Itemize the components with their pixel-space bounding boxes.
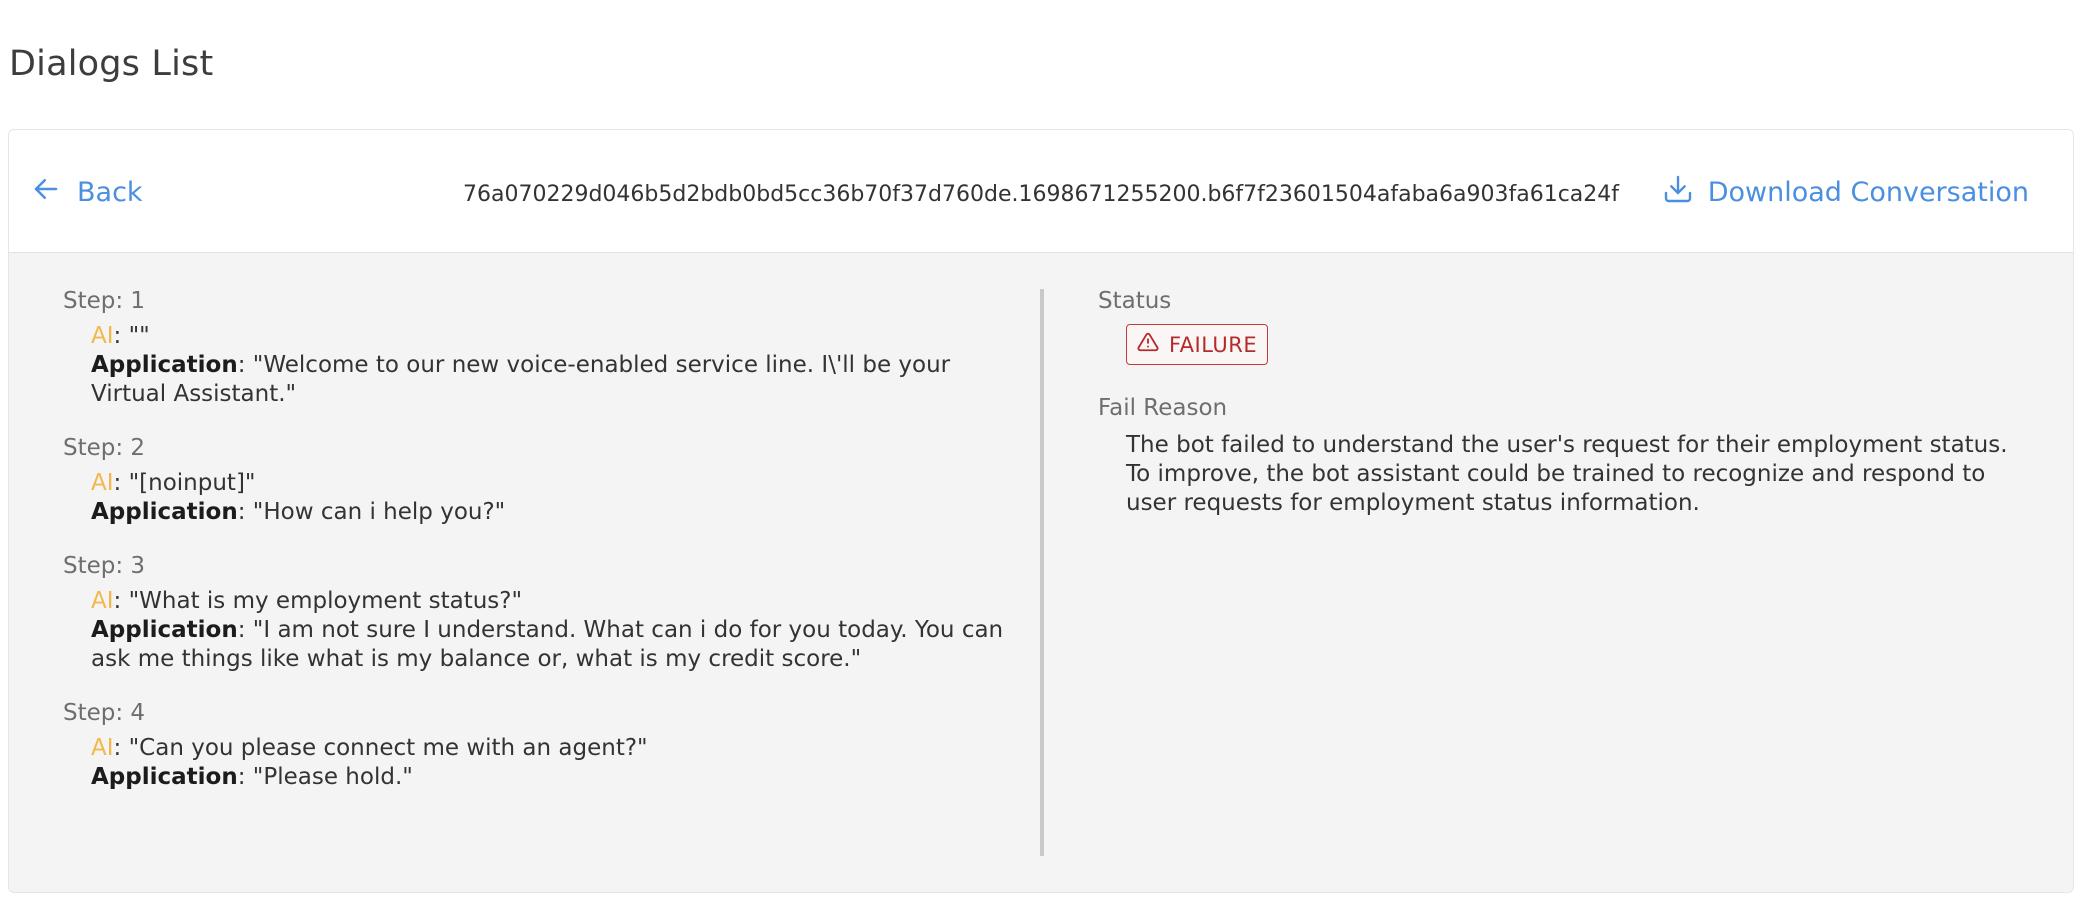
back-label: Back	[77, 177, 143, 208]
step-3: Step: 3 AI: "What is my employment statu…	[63, 553, 1041, 674]
ai-text: : "[noinput]"	[113, 470, 256, 496]
application-speaker: Application	[91, 499, 238, 525]
status-value: FAILURE	[1169, 332, 1258, 357]
back-button[interactable]: Back	[31, 174, 143, 211]
application-text: : "How can i help you?"	[237, 499, 506, 525]
panel-divider	[1040, 289, 1044, 856]
fail-reason-label: Fail Reason	[1098, 395, 1228, 421]
application-speaker: Application	[91, 764, 238, 790]
ai-line: AI: "Can you please connect me with an a…	[63, 734, 1013, 763]
steps-panel: Step: 1 AI: "" Application: "Welcome to …	[9, 253, 1041, 892]
download-conversation-button[interactable]: Download Conversation	[1662, 173, 2029, 212]
ai-line: AI: "What is my employment status?"	[63, 587, 1013, 616]
step-label: Step: 1	[63, 288, 146, 314]
status-label: Status	[1098, 288, 1172, 314]
step-label: Step: 4	[63, 700, 146, 726]
application-speaker: Application	[91, 617, 238, 643]
application-text: : "Please hold."	[237, 764, 413, 790]
application-line: Application: "Please hold."	[63, 763, 1013, 792]
step-2: Step: 2 AI: "[noinput]" Application: "Ho…	[63, 435, 1041, 527]
application-speaker: Application	[91, 352, 238, 378]
dialog-body: Step: 1 AI: "" Application: "Welcome to …	[9, 253, 2073, 892]
warning-triangle-icon	[1137, 331, 1169, 358]
dialog-card: Back 76a070229d046b5d2bdb0bd5cc36b70f37d…	[8, 129, 2074, 893]
arrow-left-icon	[31, 174, 77, 211]
download-label: Download Conversation	[1707, 177, 2029, 208]
step-1: Step: 1 AI: "" Application: "Welcome to …	[63, 288, 1041, 409]
page-title: Dialogs List	[9, 44, 214, 84]
application-line: Application: "I am not sure I understand…	[63, 616, 1013, 674]
status-badge: FAILURE	[1126, 324, 1269, 365]
fail-reason-text: The bot failed to understand the user's …	[1126, 432, 2008, 516]
ai-text: : ""	[113, 323, 150, 349]
step-label: Step: 3	[63, 553, 146, 579]
application-line: Application: "Welcome to our new voice-e…	[63, 351, 1013, 409]
dialog-header: Back 76a070229d046b5d2bdb0bd5cc36b70f37d…	[9, 130, 2073, 253]
ai-text: : "Can you please connect me with an age…	[113, 735, 648, 761]
download-icon	[1662, 173, 1708, 212]
ai-line: AI: "[noinput]"	[63, 469, 1013, 498]
step-4: Step: 4 AI: "Can you please connect me w…	[63, 700, 1041, 792]
ai-text: : "What is my employment status?"	[113, 588, 523, 614]
conversation-id: 76a070229d046b5d2bdb0bd5cc36b70f37d760de…	[463, 182, 1620, 207]
status-panel: Status FAILURE Fail Reason The bot faile…	[1098, 288, 2048, 518]
ai-speaker: AI	[91, 323, 114, 349]
application-line: Application: "How can i help you?"	[63, 498, 1013, 527]
step-label: Step: 2	[63, 435, 146, 461]
ai-line: AI: ""	[63, 322, 1013, 351]
ai-speaker: AI	[91, 470, 114, 496]
ai-speaker: AI	[91, 588, 114, 614]
ai-speaker: AI	[91, 735, 114, 761]
